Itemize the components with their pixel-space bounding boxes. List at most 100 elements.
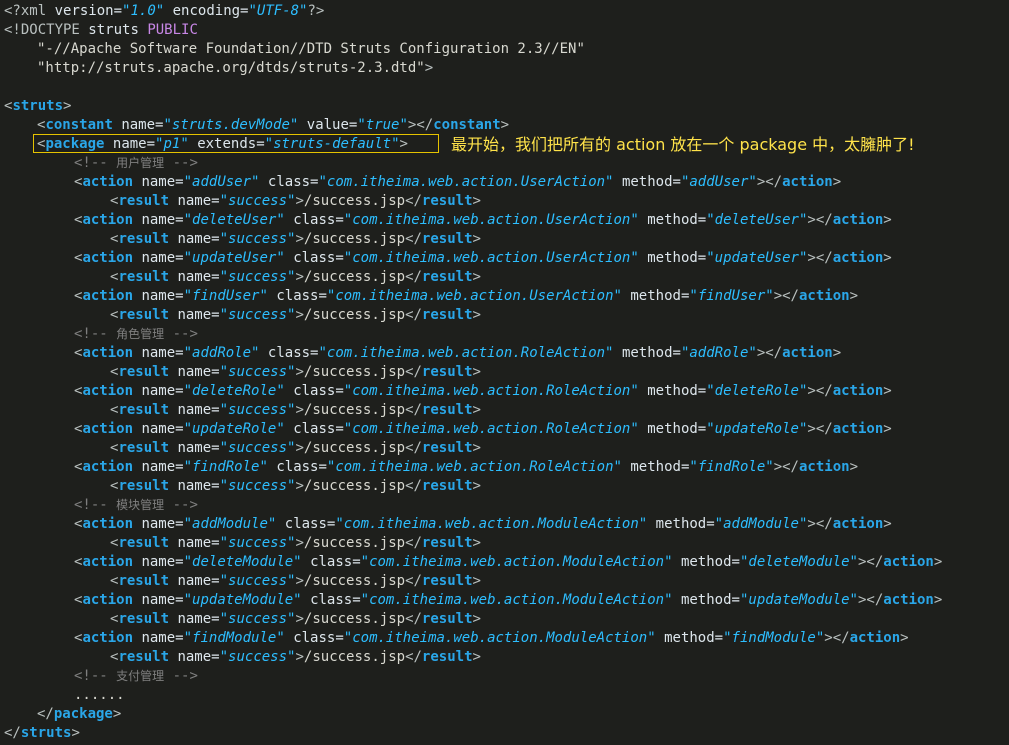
result-text: /success.jsp [303, 231, 406, 247]
result-line: <result name="success">/success.jsp</res… [110, 193, 481, 209]
attr-class: class= [267, 345, 319, 361]
attr-name: name= [177, 231, 220, 247]
attr-class: class= [276, 288, 327, 304]
comment-user: <!-- 用户管理 --> [0, 154, 198, 173]
tag-result-close: result [421, 402, 473, 418]
comment-close: --> [172, 668, 198, 684]
action-method-value: "updateModule" [739, 592, 858, 608]
tag-action: action [82, 459, 134, 475]
attr-name: name= [177, 478, 220, 494]
tag-result: result [118, 307, 170, 323]
attr-name: name= [141, 288, 184, 304]
doctype-close: > [424, 60, 434, 76]
tag-action-close: action [883, 592, 934, 608]
attr-class: class= [310, 592, 361, 608]
action-method-value: "deleteModule" [739, 554, 858, 570]
tag-action-close: action [832, 250, 884, 266]
comment-module: <!-- 模块管理 --> [0, 496, 198, 515]
attr-name: name= [141, 421, 184, 437]
doctype-keyword: PUBLIC [147, 22, 198, 38]
result-line: <result name="success">/success.jsp</res… [110, 535, 481, 551]
attr-method: method= [647, 250, 707, 266]
code-editor[interactable]: <?xml version="1.0" encoding="UTF-8"?> <… [0, 0, 1009, 745]
action-class-value: "com.itheima.web.action.ModuleAction" [360, 592, 673, 608]
action-class-value: "com.itheima.web.action.RoleAction" [343, 421, 639, 437]
attr-method: method= [655, 516, 715, 532]
attr-method: method= [630, 459, 690, 475]
tag-action: action [82, 288, 134, 304]
result-text: /success.jsp [303, 440, 406, 456]
action-class-value: "com.itheima.web.action.RoleAction" [326, 459, 622, 475]
tag-action: action [82, 345, 134, 361]
tag-constant-close: constant [433, 117, 501, 133]
tag-result: result [118, 269, 170, 285]
tag-action-close: action [832, 421, 884, 437]
attr-name: name= [177, 535, 220, 551]
comment-role: <!-- 角色管理 --> [0, 325, 198, 344]
result-text: /success.jsp [303, 478, 406, 494]
constant-name-value: "struts.devMode" [163, 117, 299, 133]
result-text: /success.jsp [303, 269, 406, 285]
attr-name: name= [177, 649, 220, 665]
tag-result: result [118, 364, 170, 380]
attr-name: name= [177, 307, 220, 323]
tag-result-close: result [421, 478, 473, 494]
result-name-value: "success" [219, 269, 296, 285]
comment-text: 角色管理 [116, 327, 165, 341]
tag-action-close: action [782, 345, 833, 361]
action-method-value: "addRole" [680, 345, 757, 361]
tag-result: result [118, 611, 170, 627]
struts-open-line: <struts> [4, 98, 72, 114]
result-line: <result name="success">/success.jsp</res… [110, 478, 481, 494]
action-class-value: "com.itheima.web.action.RoleAction" [343, 383, 639, 399]
ellipsis: ...... [74, 687, 125, 703]
doctype-system-id: "http://struts.apache.org/dtds/struts-2.… [37, 60, 425, 76]
tag-result: result [118, 440, 170, 456]
attr-class: class= [310, 554, 361, 570]
action-line: <action name="deleteRole" class="com.ith… [74, 383, 892, 399]
result-line: <result name="success">/success.jsp</res… [110, 231, 481, 247]
value-version: "1.0" [122, 3, 165, 19]
tag-action: action [82, 630, 134, 646]
comment-open: <!-- [74, 497, 108, 513]
doctype-open: <!DOCTYPE [4, 22, 80, 38]
action-class-value: "com.itheima.web.action.UserAction" [343, 250, 639, 266]
attr-name: name= [177, 440, 220, 456]
comment-open: <!-- [74, 326, 108, 342]
attr-method: method= [664, 630, 724, 646]
result-text: /success.jsp [303, 611, 406, 627]
tag-action-close: action [832, 383, 884, 399]
value-encoding: "UTF-8" [248, 3, 308, 19]
result-name-value: "success" [219, 478, 296, 494]
result-name-value: "success" [219, 440, 296, 456]
tag-action-close: action [832, 212, 884, 228]
result-line: <result name="success">/success.jsp</res… [110, 269, 481, 285]
action-method-value: "addUser" [680, 174, 757, 190]
tag-action-close: action [798, 288, 850, 304]
action-method-value: "findUser" [689, 288, 774, 304]
result-line: <result name="success">/success.jsp</res… [110, 402, 481, 418]
tag-result-close: result [421, 364, 473, 380]
action-class-value: "com.itheima.web.action.UserAction" [318, 174, 614, 190]
doctype-public-id-line: "-//Apache Software Foundation//DTD Stru… [0, 40, 585, 59]
attr-method: method= [680, 592, 740, 608]
action-method-value: "updateRole" [706, 421, 808, 437]
comment-close: --> [172, 326, 198, 342]
attr-version: version= [54, 3, 123, 19]
result-name-value: "success" [219, 364, 296, 380]
tag-action-close: action [832, 516, 884, 532]
attr-name: name= [141, 459, 184, 475]
tag-action-close: action [782, 174, 833, 190]
attr-class: class= [267, 174, 319, 190]
result-text: /success.jsp [303, 307, 406, 323]
action-name-value: "deleteRole" [183, 383, 285, 399]
action-line: <action name="findRole" class="com.ithei… [74, 459, 858, 475]
attr-name: name= [177, 402, 220, 418]
comment-text: 支付管理 [116, 669, 165, 683]
struts-close-line: </struts> [4, 725, 80, 741]
tag-result-close: result [421, 231, 473, 247]
result-text: /success.jsp [303, 535, 406, 551]
action-name-value: "deleteUser" [183, 212, 285, 228]
action-line: <action name="updateModule" class="com.i… [74, 592, 943, 608]
action-method-value: "findModule" [723, 630, 825, 646]
